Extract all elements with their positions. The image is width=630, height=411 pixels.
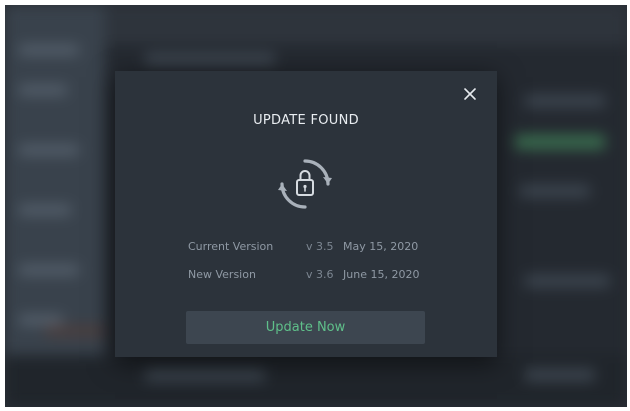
background-sidebar — [5, 5, 105, 407]
dialog-title: UPDATE FOUND — [253, 113, 359, 128]
background-text — [45, 325, 105, 337]
current-version-number: v 3.5 — [306, 240, 334, 253]
background-highlight — [515, 135, 605, 149]
app-window: UPDATE FOUND Current Version v 3.5 May 1… — [5, 5, 627, 407]
background-text — [145, 53, 275, 65]
background-text — [520, 185, 590, 197]
update-dialog: UPDATE FOUND Current Version v 3.5 May 1… — [115, 71, 497, 357]
new-version-row: New Version v 3.6 June 15, 2020 — [188, 268, 433, 286]
background-topbar — [105, 5, 627, 45]
background-text — [525, 275, 610, 287]
current-version-date: May 15, 2020 — [343, 240, 419, 253]
background-sidebar-item — [19, 145, 79, 155]
current-version-label: Current Version — [188, 240, 274, 253]
background-sidebar-item — [19, 85, 67, 95]
background-sidebar-item — [19, 205, 71, 215]
background-text — [525, 95, 605, 107]
background-sidebar-item — [19, 265, 79, 275]
close-button[interactable] — [461, 85, 479, 103]
current-version-row: Current Version v 3.5 May 15, 2020 — [188, 240, 433, 258]
close-icon — [464, 88, 476, 100]
background-sidebar-item — [19, 45, 79, 55]
update-now-button[interactable]: Update Now — [186, 311, 425, 344]
background-text — [525, 369, 595, 381]
padlock-refresh-icon — [274, 153, 336, 215]
background-footer — [5, 355, 627, 407]
new-version-date: June 15, 2020 — [343, 268, 420, 281]
update-now-label: Update Now — [265, 320, 346, 335]
new-version-number: v 3.6 — [306, 268, 334, 281]
background-text — [145, 369, 265, 381]
new-version-label: New Version — [188, 268, 256, 281]
background-sidebar-item — [19, 315, 63, 325]
